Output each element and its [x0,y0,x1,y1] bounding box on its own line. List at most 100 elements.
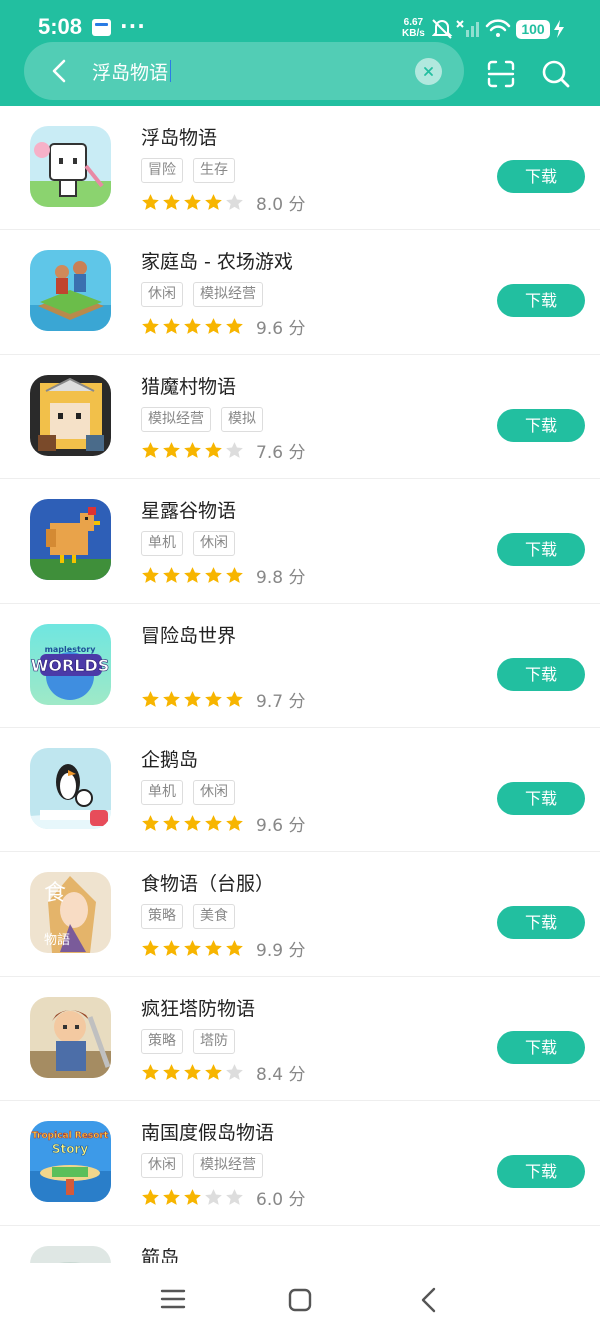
island-tale-icon[interactable] [30,126,111,207]
star-filled-icon [205,939,222,956]
app-name[interactable]: 浮岛物语 [141,123,217,150]
category-tag: 塔防 [193,1028,235,1054]
star-filled-icon [163,939,180,956]
more-notifications-icon: ··· [120,14,146,38]
icon-logo-text: 物語 [44,932,70,948]
star-filled-icon [163,1188,180,1205]
star-rating [141,814,244,833]
home-icon[interactable] [287,1287,313,1313]
search-icon[interactable] [541,59,571,89]
app-name[interactable]: 星露谷物语 [141,496,236,523]
star-filled-icon [163,815,180,832]
star-filled-icon [205,566,222,583]
star-filled-icon [163,1064,180,1081]
star-filled-icon [226,815,243,832]
app-row[interactable]: maplestory WORLDS 冒险岛世界 9.7 分 下载 [0,604,600,728]
star-filled-icon [226,939,243,956]
app-row[interactable]: 猎魔村物语模拟经营 模拟 7.6 分 下载 [0,355,600,480]
icon-logo-text: WORLDS [31,656,110,675]
app-row[interactable]: 食物語 食物语（台服） 策略 美食 9.9 分 下载 [0,852,600,977]
recent-apps-icon[interactable] [160,1287,186,1311]
search-results-list: 浮岛物语 冒险 生存 8.0 分下载 家庭岛 - 农场游戏 休闲 模拟经营 9.6 分下载 猎魔… [0,106,600,1286]
back-arrow-icon[interactable] [46,57,74,85]
star-rating [141,566,244,585]
rating: 9.7 分 [141,690,306,713]
category-tag: 模拟经营 [193,282,263,308]
search-bar [24,42,464,100]
app-row[interactable]: 疯狂塔防物语 策略 塔防 8.4 分 下载 [0,977,600,1102]
rating: 9.9 分 [141,938,305,961]
app-row[interactable]: 星露谷物语 单机 休闲 9.8 分 下载 [0,479,600,604]
star-filled-icon [205,815,222,832]
download-button[interactable]: 下载 [497,533,585,567]
category-tag: 模拟经营 [193,1153,263,1179]
text-cursor [170,60,171,82]
family-island-icon[interactable] [30,250,111,332]
tag-list: 模拟经营 模拟 [141,406,263,433]
download-button[interactable]: 下载 [497,284,585,318]
app-row[interactable]: 企鹅岛单机 休闲 9.6 分 下载 [0,728,600,853]
download-button[interactable]: 下载 [497,1030,585,1064]
category-tag: 美食 [193,904,235,930]
app-name[interactable]: 猎魔村物语 [141,372,236,399]
app-row[interactable]: Tropical Resort Story 南国度假岛物语 休闲 模拟经营 6.0 分 下载 [0,1101,600,1226]
tropical-resort-icon[interactable]: Tropical Resort Story [30,1121,111,1203]
app-header: 5:08 ··· 6.67 KB/s 100 浮岛物语 [0,0,600,106]
rating: 9.6 分 [141,814,306,837]
star-filled-icon [184,815,201,832]
app-name[interactable]: 企鹅岛 [141,745,198,772]
app-name[interactable]: 冒险岛世界 [141,621,236,648]
app-name[interactable]: 疯狂塔防物语 [141,994,255,1021]
star-filled-icon [142,815,159,832]
tag-list: 单机 休闲 [141,531,235,557]
download-button[interactable]: 下载 [497,906,585,940]
star-filled-icon [142,1188,159,1205]
app-row[interactable]: 浮岛物语 冒险 生存 8.0 分 下载 [0,106,600,231]
star-filled-icon [184,691,201,707]
star-filled-icon [142,691,159,707]
rating-score: 9.6 分 [256,816,306,837]
nav-back-icon[interactable] [418,1286,440,1314]
category-tag: 休闲 [193,531,235,557]
star-filled-icon [184,193,201,210]
star-filled-icon [142,566,159,583]
rating: 7.6 分 [141,441,305,463]
download-button[interactable]: 下载 [497,160,585,193]
rating: 8.4 分 [141,1063,305,1085]
category-tag: 生存 [193,158,235,183]
app-name[interactable]: 食物语（台服） [141,869,274,896]
food-fantasy-icon[interactable]: 食物語 [30,872,111,954]
download-button[interactable]: 下载 [497,657,585,691]
tag-list: 休闲 模拟经营 [141,1153,263,1179]
category-tag: 模拟 [221,406,263,432]
icon-logo-text: Story [52,1142,89,1156]
tower-defense-hero-icon[interactable] [30,996,111,1078]
star-filled-icon [163,318,180,334]
app-name[interactable]: 家庭岛 - 农场游戏 [141,247,293,274]
rating: 8.0 分 [141,192,305,215]
download-button[interactable]: 下载 [497,781,585,815]
app-row[interactable]: 家庭岛 - 农场游戏 休闲 模拟经营 9.6 分 下载 [0,230,600,355]
star-rating [141,193,244,212]
search-input[interactable] [92,54,402,88]
penguin-isle-icon[interactable] [30,747,111,829]
download-button[interactable]: 下载 [497,408,585,442]
app-name[interactable]: 南国度假岛物语 [141,1118,274,1145]
tag-list: 策略 美食 [141,904,235,930]
stardew-chicken-icon[interactable] [30,499,111,581]
status-bar: 5:08 ··· 6.67 KB/s 100 [0,0,600,40]
clear-search-icon[interactable] [415,58,442,85]
rating-score: 6.0 分 [256,1189,306,1210]
download-button[interactable]: 下载 [497,1155,585,1189]
monster-village-icon[interactable] [30,374,111,456]
star-filled-icon [184,939,201,956]
maplestory-worlds-icon[interactable]: maplestory WORLDS [30,623,111,705]
star-filled-icon [142,1064,159,1081]
rating-score: 9.7 分 [256,692,306,713]
star-filled-icon [184,1064,201,1081]
category-tag: 休闲 [141,282,183,308]
scan-icon[interactable] [486,59,516,89]
icon-logo-text: maplestory [45,645,97,654]
star-filled-icon [163,691,180,707]
tag-list: 单机 休闲 [141,779,235,806]
